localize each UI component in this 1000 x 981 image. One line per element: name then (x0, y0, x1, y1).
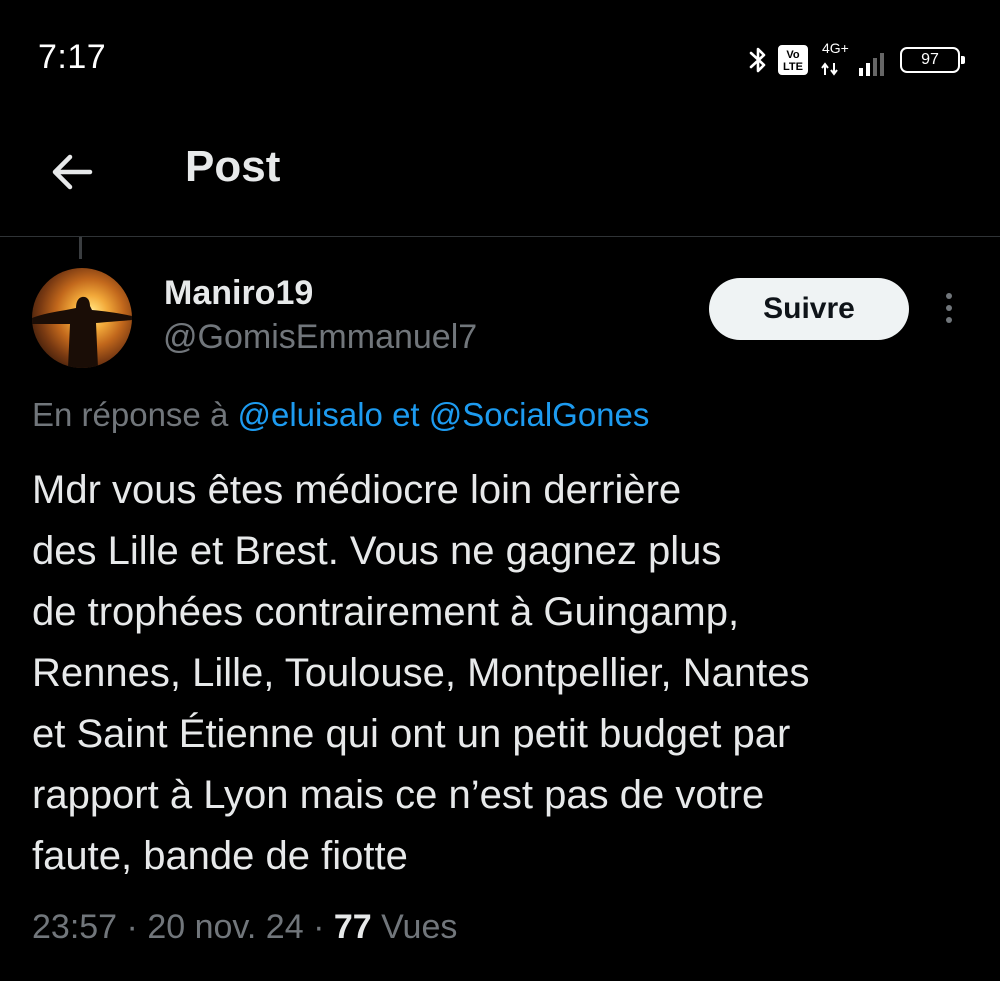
page-title: Post (185, 142, 281, 191)
network-4g-icon: 4G+ (818, 40, 884, 78)
post-line: faute, bande de fiotte (32, 834, 408, 878)
data-arrows-icon (821, 62, 838, 76)
avatar-silhouette (32, 296, 132, 368)
reply-prefix: En réponse à (32, 396, 229, 433)
post-line: Mdr vous êtes médiocre loin derrière (32, 468, 682, 512)
follow-button[interactable]: Suivre (709, 278, 909, 340)
mention-link[interactable]: @SocialGones (429, 396, 650, 433)
reply-joiner: et (392, 396, 420, 433)
bluetooth-icon (748, 44, 768, 76)
app-header: Post (0, 120, 1000, 237)
network-label: 4G+ (822, 40, 849, 56)
mention-link[interactable]: @eluisalo (237, 396, 382, 433)
author-name[interactable]: Maniro19 (164, 274, 313, 313)
signal-icon (859, 53, 884, 76)
post-meta: 23:57 · 20 nov. 24 · 77 Vues (32, 908, 457, 947)
avatar[interactable] (32, 268, 132, 368)
post-date[interactable]: 20 nov. 24 (147, 908, 303, 946)
battery-icon: 97 (900, 47, 965, 73)
status-bar: 7:17 Vo LTE 4G+ 97 (0, 0, 1000, 120)
status-icons: Vo LTE 4G+ 97 (748, 40, 965, 80)
meta-separator: · (126, 908, 138, 946)
post-line: de trophées contrairement à Guingamp, (32, 590, 740, 634)
volte-label-lte: LTE (783, 61, 803, 73)
post-line: des Lille et Brest. Vous ne gagnez plus (32, 529, 722, 573)
views-count[interactable]: 77 (334, 908, 372, 946)
author-handle[interactable]: @GomisEmmanuel7 (163, 318, 477, 357)
reply-to-line: En réponse à @eluisalo et @SocialGones (32, 396, 649, 434)
post-text: Mdr vous êtes médiocre loin derrière des… (32, 460, 972, 887)
views-label: Vues (381, 908, 458, 946)
arrow-left-icon (52, 154, 93, 190)
volte-label-vo: Vo (786, 49, 800, 61)
battery-level: 97 (921, 51, 939, 68)
thread-connector (79, 237, 82, 259)
post-line: rapport à Lyon mais ce n’est pas de votr… (32, 773, 765, 817)
more-options-button[interactable] (932, 286, 966, 330)
post-time[interactable]: 23:57 (32, 908, 117, 946)
back-button[interactable] (40, 140, 104, 204)
post-line: et Saint Étienne qui ont un petit budget… (32, 712, 791, 756)
meta-separator: · (313, 908, 325, 946)
volte-icon: Vo LTE (778, 45, 808, 75)
post-line: Rennes, Lille, Toulouse, Montpellier, Na… (32, 651, 810, 695)
status-time: 7:17 (38, 38, 107, 76)
more-vertical-icon (946, 293, 952, 299)
